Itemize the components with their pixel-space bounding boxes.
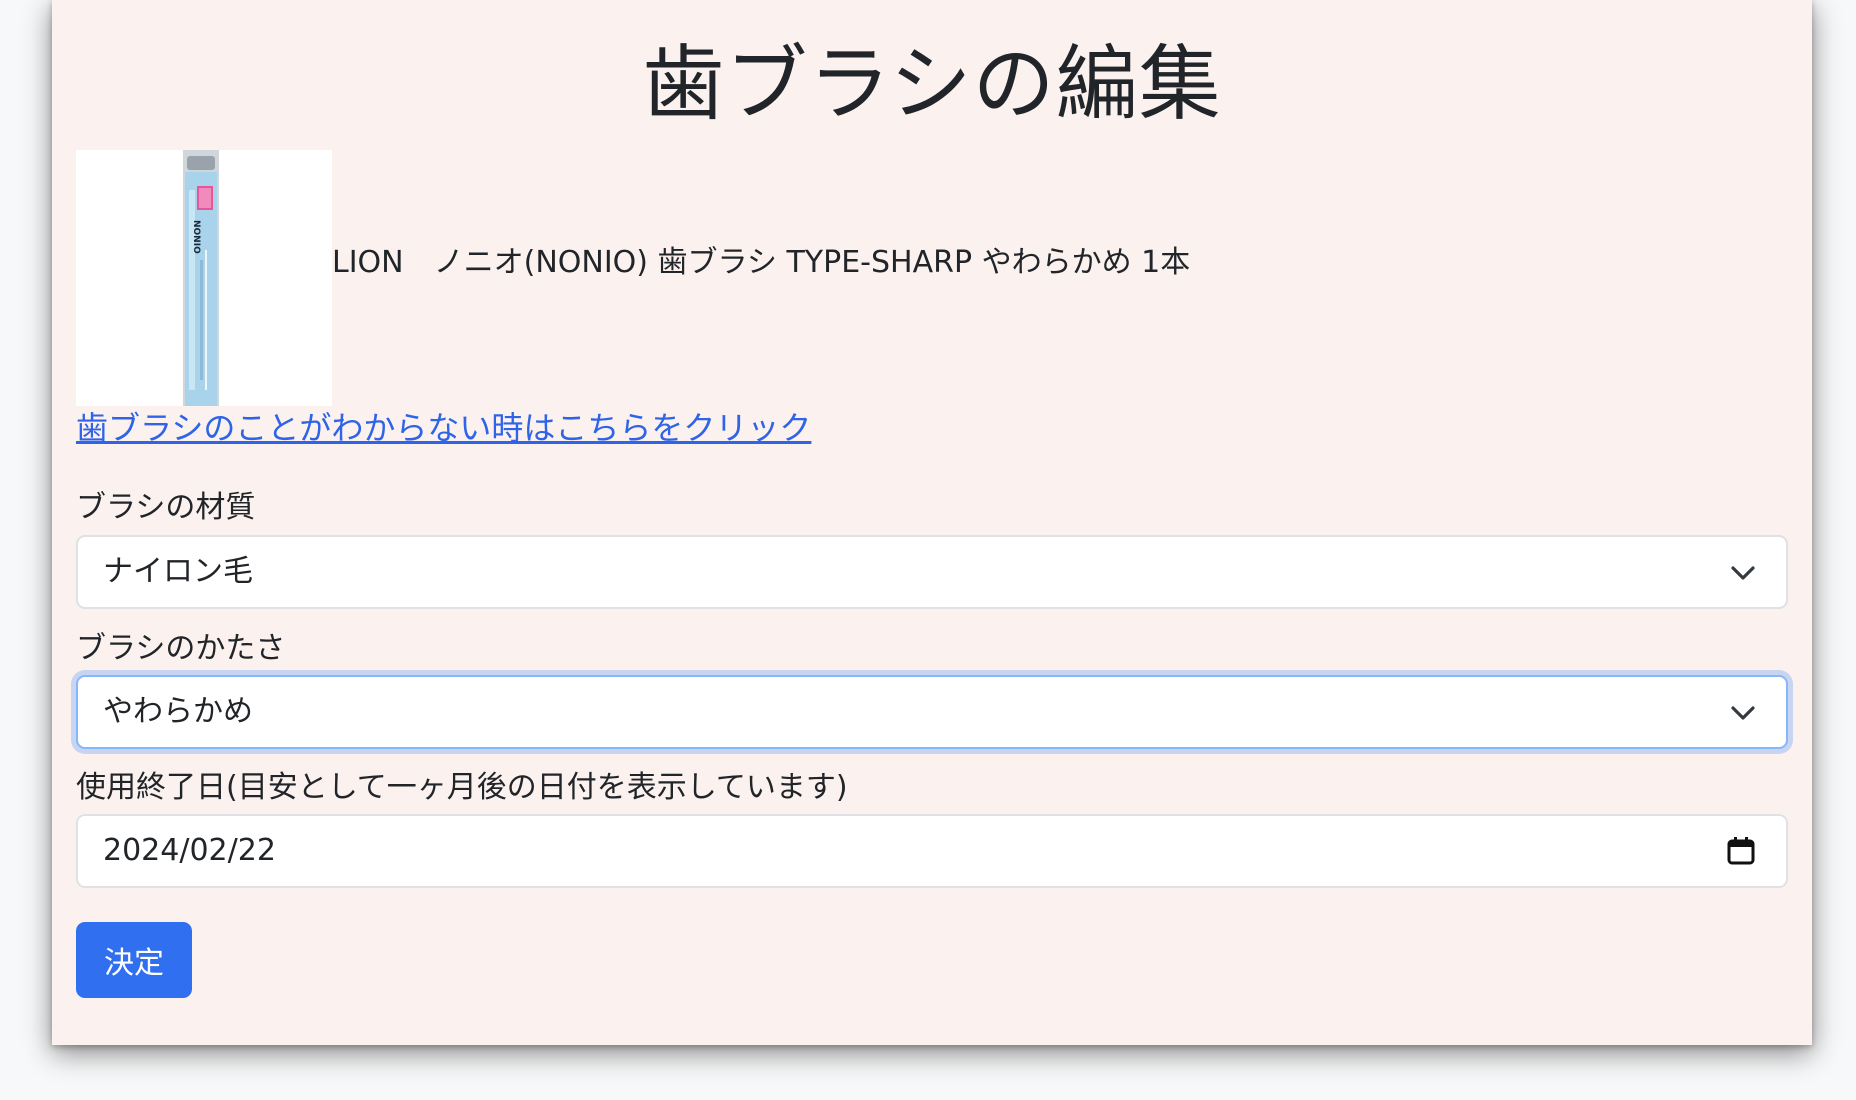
chevron-down-icon (1731, 706, 1755, 720)
material-select[interactable]: ナイロン毛 (76, 535, 1788, 609)
hardness-select[interactable]: やわらかめ (76, 675, 1788, 749)
end-date-value: 2024/02/22 (103, 833, 276, 868)
hardness-label: ブラシのかたさ (76, 631, 286, 666)
calendar-icon[interactable] (1726, 836, 1756, 866)
material-label: ブラシの材質 (76, 490, 256, 525)
hardness-select-value: やわらかめ (103, 694, 253, 729)
end-date-label: 使用終了日(目安として一ヶ月後の日付を表示しています) (76, 770, 848, 805)
product-image: NONIO (76, 150, 332, 406)
page-title: 歯ブラシの編集 (642, 37, 1222, 132)
product-name: LION ノニオ(NONIO) 歯ブラシ TYPE-SHARP やわらかめ 1本 (332, 245, 1191, 280)
chevron-down-icon (1731, 566, 1755, 580)
product-image-brand: NONIO (191, 220, 201, 254)
help-link[interactable]: 歯ブラシのことがわからない時はこちらをクリック (76, 405, 811, 451)
end-date-input[interactable]: 2024/02/22 (76, 814, 1788, 888)
edit-toothbrush-card: 歯ブラシの編集 NONIO LION ノニオ(NONIO) 歯ブラシ TYPE-… (52, 0, 1812, 1045)
material-select-value: ナイロン毛 (103, 554, 253, 589)
submit-button[interactable]: 決定 (76, 922, 192, 998)
